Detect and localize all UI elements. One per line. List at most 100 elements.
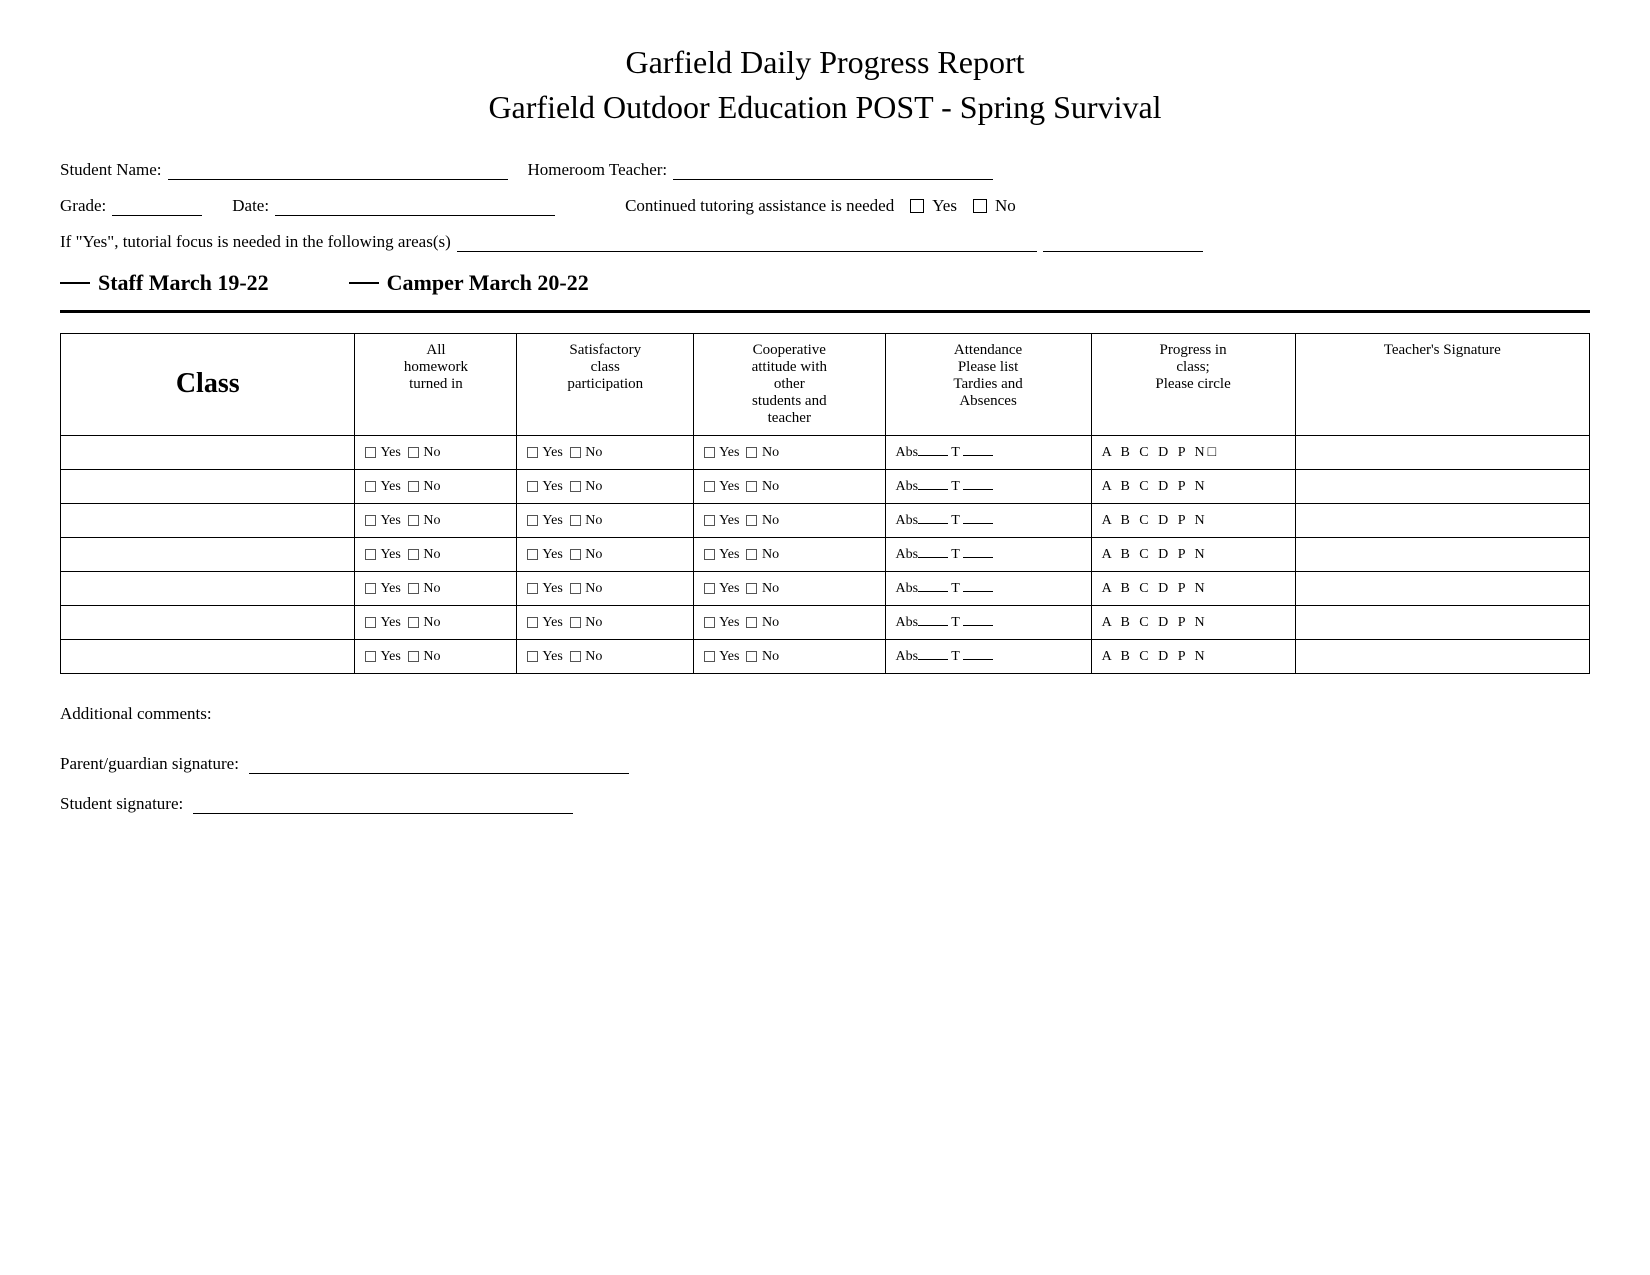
row-progress-grade[interactable]: A B C D P N <box>1091 469 1295 503</box>
row-class-name[interactable] <box>61 469 355 503</box>
student-name-label: Student Name: <box>60 160 162 180</box>
row-cooperative-yn[interactable]: Yes No <box>694 537 885 571</box>
yes-checkbox[interactable] <box>910 199 924 213</box>
no-checkbox[interactable] <box>973 199 987 213</box>
camper-dash <box>349 282 379 284</box>
row-participation-yn[interactable]: Yes No <box>517 571 694 605</box>
grade-field: Grade: <box>60 196 202 216</box>
parent-signature-line[interactable] <box>249 756 629 774</box>
row-cooperative-yn[interactable]: Yes No <box>694 469 885 503</box>
row-progress-grade[interactable]: A B C D P N <box>1091 639 1295 673</box>
homeroom-teacher-input[interactable] <box>673 162 993 180</box>
row-participation-yn[interactable]: Yes No <box>517 605 694 639</box>
header-attendance: AttendancePlease listTardies andAbsences <box>885 333 1091 435</box>
row-homework-yn[interactable]: Yes No <box>355 571 517 605</box>
row-teacher-signature[interactable] <box>1295 469 1590 503</box>
row-attendance[interactable]: Abs T <box>885 435 1091 469</box>
row-participation-yn[interactable]: Yes No <box>517 537 694 571</box>
tutorial-row: If "Yes", tutorial focus is needed in th… <box>60 232 1590 252</box>
row-progress-grade[interactable]: A B C D P N <box>1091 503 1295 537</box>
row-progress-grade[interactable]: A B C D P N <box>1091 571 1295 605</box>
header-class: Class <box>61 333 355 435</box>
row-class-name[interactable] <box>61 503 355 537</box>
grade-input[interactable] <box>112 198 202 216</box>
row-progress-grade[interactable]: A B C D P N□ <box>1091 435 1295 469</box>
row-progress-grade[interactable]: A B C D P N <box>1091 605 1295 639</box>
table-row: Yes No Yes No Yes NoAbs T A B C D P N <box>61 571 1590 605</box>
row-progress-grade[interactable]: A B C D P N <box>1091 537 1295 571</box>
date-field: Date: <box>232 196 555 216</box>
grade-label: Grade: <box>60 196 106 216</box>
title-line2: Garfield Outdoor Education POST - Spring… <box>488 89 1161 125</box>
row-participation-yn[interactable]: Yes No <box>517 469 694 503</box>
progress-table: Class Allhomeworkturned in Satisfactoryc… <box>60 333 1590 674</box>
row-attendance[interactable]: Abs T <box>885 571 1091 605</box>
row-cooperative-yn[interactable]: Yes No <box>694 639 885 673</box>
student-name-input[interactable] <box>168 162 508 180</box>
staff-dash <box>60 282 90 284</box>
row-class-name[interactable] <box>61 605 355 639</box>
student-name-field: Student Name: <box>60 160 508 180</box>
row-homework-yn[interactable]: Yes No <box>355 435 517 469</box>
parent-signature-row: Parent/guardian signature: <box>60 754 1590 774</box>
header-cooperative: Cooperativeattitude withotherstudents an… <box>694 333 885 435</box>
row-cooperative-yn[interactable]: Yes No <box>694 503 885 537</box>
grade-date-tutoring-row: Grade: Date: Continued tutoring assistan… <box>60 196 1590 216</box>
row-attendance[interactable]: Abs T <box>885 469 1091 503</box>
row-teacher-signature[interactable] <box>1295 503 1590 537</box>
camper-label: Camper March 20-22 <box>387 270 589 296</box>
row-teacher-signature[interactable] <box>1295 605 1590 639</box>
tutorial-input2[interactable] <box>1043 234 1203 252</box>
student-signature-label: Student signature: <box>60 794 183 814</box>
row-cooperative-yn[interactable]: Yes No <box>694 571 885 605</box>
row-class-name[interactable] <box>61 571 355 605</box>
student-homeroom-row: Student Name: Homeroom Teacher: <box>60 160 1590 180</box>
tutoring-field: Continued tutoring assistance is needed … <box>625 196 1016 216</box>
row-participation-yn[interactable]: Yes No <box>517 435 694 469</box>
row-cooperative-yn[interactable]: Yes No <box>694 605 885 639</box>
row-teacher-signature[interactable] <box>1295 537 1590 571</box>
title-section: Garfield Daily Progress Report Garfield … <box>60 40 1590 130</box>
row-attendance[interactable]: Abs T <box>885 503 1091 537</box>
row-participation-yn[interactable]: Yes No <box>517 639 694 673</box>
parent-signature-label: Parent/guardian signature: <box>60 754 239 774</box>
row-attendance[interactable]: Abs T <box>885 537 1091 571</box>
header-participation: Satisfactoryclassparticipation <box>517 333 694 435</box>
staff-date: Staff March 19-22 <box>60 270 269 296</box>
row-attendance[interactable]: Abs T <box>885 639 1091 673</box>
row-participation-yn[interactable]: Yes No <box>517 503 694 537</box>
row-teacher-signature[interactable] <box>1295 571 1590 605</box>
table-row: Yes No Yes No Yes NoAbs T A B C D P N <box>61 639 1590 673</box>
table-row: Yes No Yes No Yes NoAbs T A B C D P N <box>61 469 1590 503</box>
staff-label: Staff March 19-22 <box>98 270 269 296</box>
divider <box>60 310 1590 313</box>
tutorial-label: If "Yes", tutorial focus is needed in th… <box>60 232 451 252</box>
row-class-name[interactable] <box>61 639 355 673</box>
row-teacher-signature[interactable] <box>1295 639 1590 673</box>
homeroom-teacher-field: Homeroom Teacher: <box>528 160 994 180</box>
row-attendance[interactable]: Abs T <box>885 605 1091 639</box>
dates-row: Staff March 19-22 Camper March 20-22 <box>60 270 1590 296</box>
row-homework-yn[interactable]: Yes No <box>355 605 517 639</box>
row-cooperative-yn[interactable]: Yes No <box>694 435 885 469</box>
row-homework-yn[interactable]: Yes No <box>355 537 517 571</box>
table-header-row: Class Allhomeworkturned in Satisfactoryc… <box>61 333 1590 435</box>
date-input[interactable] <box>275 198 555 216</box>
table-row: Yes No Yes No Yes NoAbs T A B C D P N <box>61 605 1590 639</box>
student-signature-line[interactable] <box>193 796 573 814</box>
table-row: Yes No Yes No Yes NoAbs T A B C D P N <box>61 503 1590 537</box>
yes-label: Yes <box>932 196 957 216</box>
row-class-name[interactable] <box>61 537 355 571</box>
tutorial-input[interactable] <box>457 234 1037 252</box>
no-label: No <box>995 196 1016 216</box>
row-homework-yn[interactable]: Yes No <box>355 639 517 673</box>
camper-date: Camper March 20-22 <box>349 270 589 296</box>
row-teacher-signature[interactable] <box>1295 435 1590 469</box>
no-checkbox-group: No <box>973 196 1016 216</box>
row-class-name[interactable] <box>61 435 355 469</box>
header-progress: Progress inclass;Please circle <box>1091 333 1295 435</box>
tutoring-label: Continued tutoring assistance is needed <box>625 196 894 216</box>
comments-section: Additional comments: Parent/guardian sig… <box>60 704 1590 814</box>
row-homework-yn[interactable]: Yes No <box>355 503 517 537</box>
row-homework-yn[interactable]: Yes No <box>355 469 517 503</box>
